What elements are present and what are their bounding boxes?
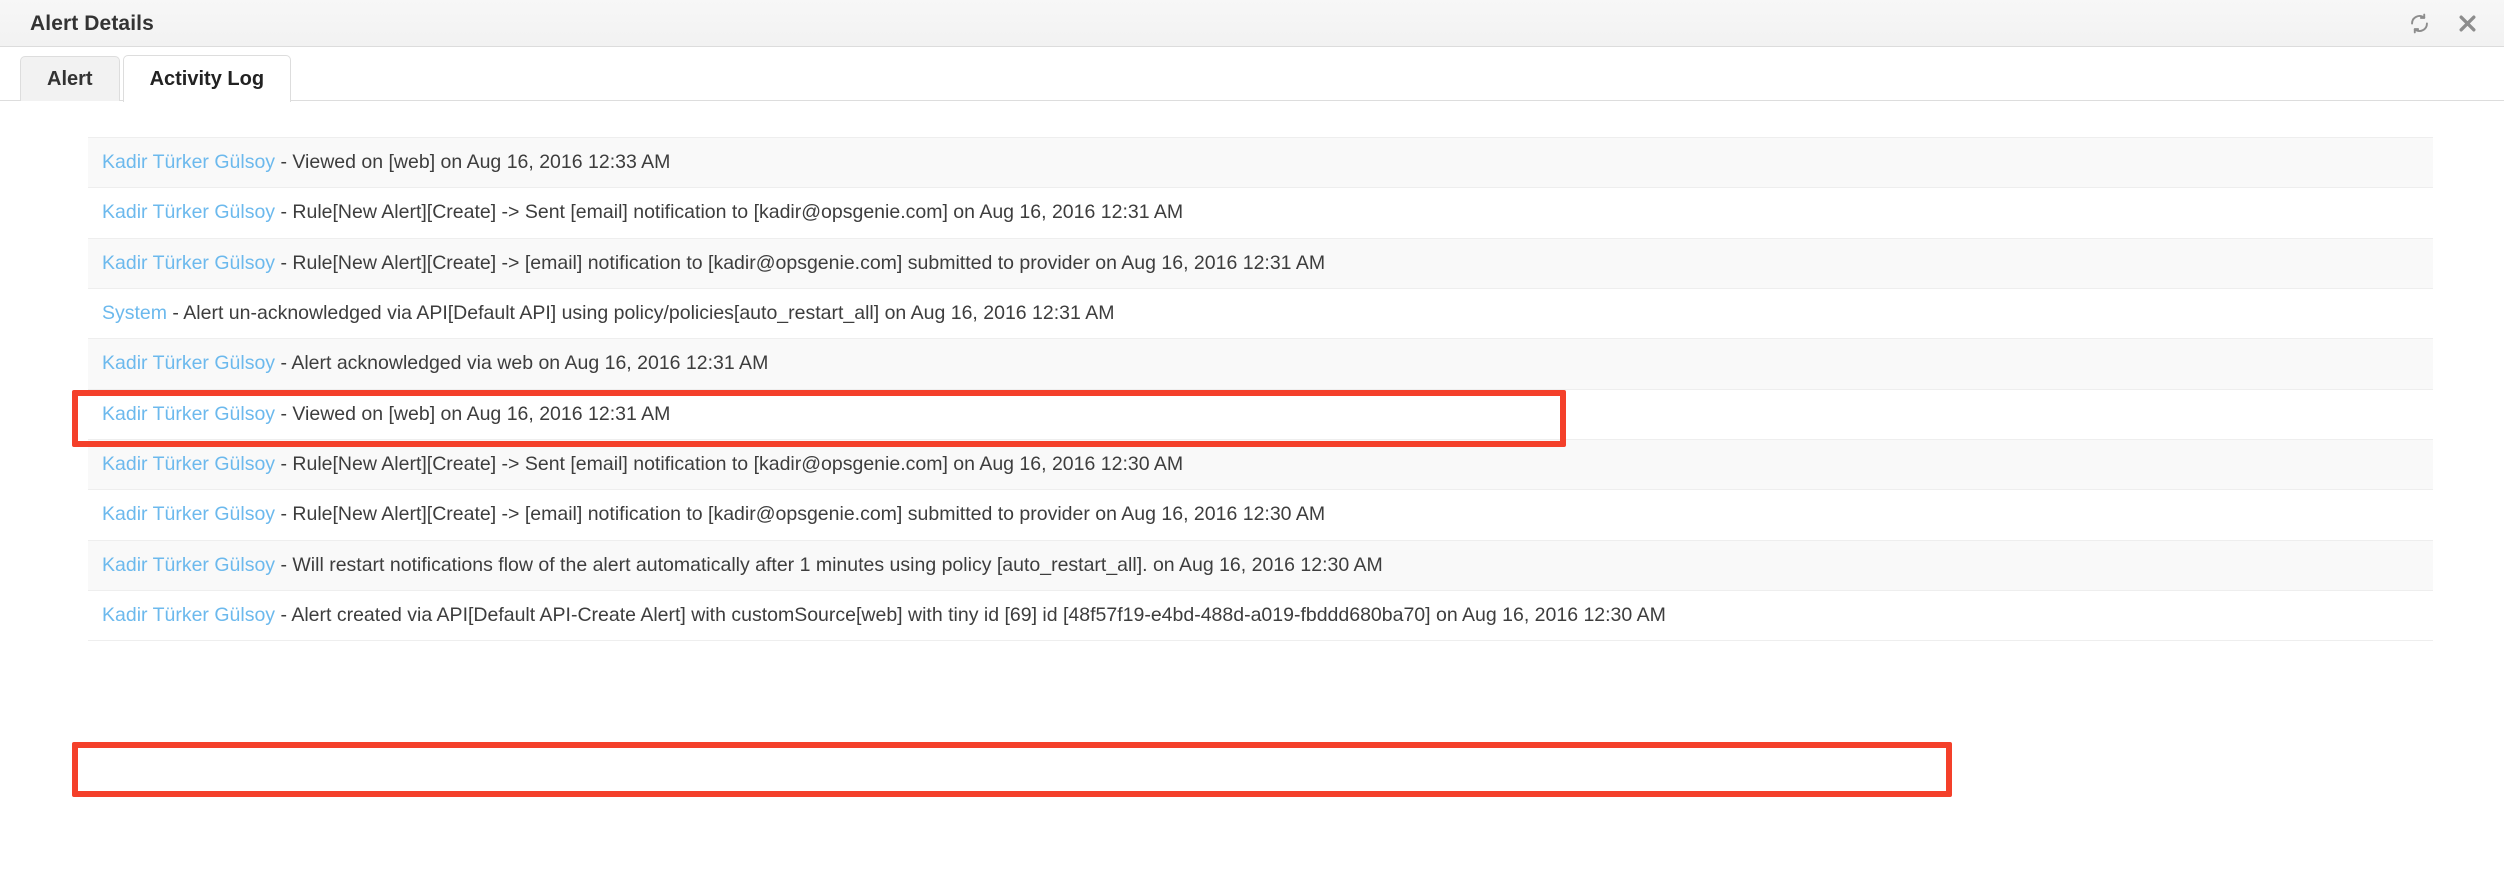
refresh-sync-icon[interactable] — [2408, 12, 2430, 34]
log-entry-actor[interactable]: Kadir Türker Gülsoy — [102, 554, 275, 576]
activity-log-container: Kadir Türker Gülsoy - Viewed on [web] on… — [0, 101, 2504, 642]
log-entry-separator: - — [275, 251, 293, 274]
log-entry-cell: Kadir Türker Gülsoy - Alert created via … — [88, 590, 2433, 640]
log-entry-separator: - — [275, 352, 292, 375]
close-icon[interactable] — [2456, 12, 2478, 34]
log-entry-actor[interactable]: Kadir Türker Gülsoy — [102, 252, 275, 274]
table-row[interactable]: Kadir Türker Gülsoy - Rule[New Alert][Cr… — [88, 489, 2433, 540]
panel-header: Alert Details — [0, 0, 2504, 47]
log-entry-cell: Kadir Türker Gülsoy - Will restart notif… — [88, 540, 2433, 590]
table-row-highlighted[interactable]: Kadir Türker Gülsoy - Will restart notif… — [88, 540, 2433, 591]
log-entry-cell: Kadir Türker Gülsoy - Rule[New Alert][Cr… — [88, 490, 2433, 540]
log-entry-separator: - — [275, 402, 293, 425]
log-entry-separator: - — [167, 301, 184, 324]
log-entry-separator: - — [275, 452, 293, 475]
alert-details-panel: Alert Details Alert Activity Log Kadir T… — [0, 0, 2504, 870]
log-entry-cell: Kadir Türker Gülsoy - Viewed on [web] on… — [88, 138, 2433, 188]
log-entry-actor[interactable]: System — [102, 302, 167, 324]
log-entry-message: Viewed on [web] on Aug 16, 2016 12:31 AM — [292, 402, 671, 425]
activity-log-table: Kadir Türker Gülsoy - Viewed on [web] on… — [88, 137, 2433, 641]
tab-alert[interactable]: Alert — [20, 56, 120, 101]
table-row[interactable]: Kadir Türker Gülsoy - Rule[New Alert][Cr… — [88, 187, 2433, 239]
log-entry-actor[interactable]: Kadir Türker Gülsoy — [102, 403, 275, 425]
log-entry-message: Will restart notifications flow of the a… — [292, 553, 1383, 576]
log-entry-actor[interactable]: Kadir Türker Gülsoy — [102, 151, 275, 173]
table-row[interactable]: Kadir Türker Gülsoy - Alert created via … — [88, 590, 2433, 641]
log-entry-separator: - — [275, 151, 293, 173]
log-entry-message: Alert un-acknowledged via API[Default AP… — [183, 301, 1115, 324]
log-entry-cell: Kadir Türker Gülsoy - Viewed on [web] on… — [88, 389, 2433, 439]
log-entry-separator: - — [275, 603, 292, 626]
log-entry-message: Rule[New Alert][Create] -> Sent [email] … — [292, 452, 1184, 475]
header-actions — [2408, 12, 2478, 34]
table-row[interactable]: Kadir Türker Gülsoy - Rule[New Alert][Cr… — [88, 238, 2433, 289]
log-entry-separator: - — [275, 503, 293, 526]
log-entry-separator: - — [275, 553, 293, 576]
log-entry-separator: - — [275, 201, 293, 224]
log-entry-cell: Kadir Türker Gülsoy - Rule[New Alert][Cr… — [88, 238, 2433, 288]
log-entry-actor[interactable]: Kadir Türker Gülsoy — [102, 503, 275, 525]
log-entry-message: Rule[New Alert][Create] -> Sent [email] … — [292, 201, 1184, 224]
table-row[interactable]: Kadir Türker Gülsoy - Viewed on [web] on… — [88, 137, 2433, 188]
log-entry-actor[interactable]: Kadir Türker Gülsoy — [102, 604, 275, 626]
log-entry-cell: Kadir Türker Gülsoy - Alert acknowledged… — [88, 339, 2433, 389]
log-entry-message: Viewed on [web] on Aug 16, 2016 12:33 AM — [292, 151, 671, 173]
log-entry-message: Rule[New Alert][Create] -> [email] notif… — [292, 251, 1326, 274]
log-entry-cell: System - Alert un-acknowledged via API[D… — [88, 288, 2433, 338]
annotation-highlight-box — [72, 742, 1952, 797]
log-entry-actor[interactable]: Kadir Türker Gülsoy — [102, 352, 275, 374]
table-row[interactable]: Kadir Türker Gülsoy - Viewed on [web] on… — [88, 389, 2433, 440]
tab-bar: Alert Activity Log — [0, 47, 2504, 102]
page-title: Alert Details — [30, 11, 154, 35]
activity-log-body: Kadir Türker Gülsoy - Viewed on [web] on… — [88, 137, 2433, 641]
tab-alert-label: Alert — [47, 67, 93, 90]
table-row-highlighted[interactable]: System - Alert un-acknowledged via API[D… — [88, 288, 2433, 339]
table-row[interactable]: Kadir Türker Gülsoy - Rule[New Alert][Cr… — [88, 439, 2433, 490]
log-entry-actor[interactable]: Kadir Türker Gülsoy — [102, 201, 275, 223]
log-entry-cell: Kadir Türker Gülsoy - Rule[New Alert][Cr… — [88, 188, 2433, 238]
log-entry-message: Rule[New Alert][Create] -> [email] notif… — [292, 503, 1326, 526]
tab-activity-log[interactable]: Activity Log — [122, 55, 292, 102]
tab-activity-log-label: Activity Log — [149, 67, 265, 90]
table-row[interactable]: Kadir Türker Gülsoy - Alert acknowledged… — [88, 338, 2433, 390]
log-entry-actor[interactable]: Kadir Türker Gülsoy — [102, 453, 275, 475]
log-entry-cell: Kadir Türker Gülsoy - Rule[New Alert][Cr… — [88, 439, 2433, 489]
log-entry-message: Alert acknowledged via web on Aug 16, 20… — [291, 352, 769, 375]
log-entry-message: Alert created via API[Default API-Create… — [291, 603, 1666, 626]
